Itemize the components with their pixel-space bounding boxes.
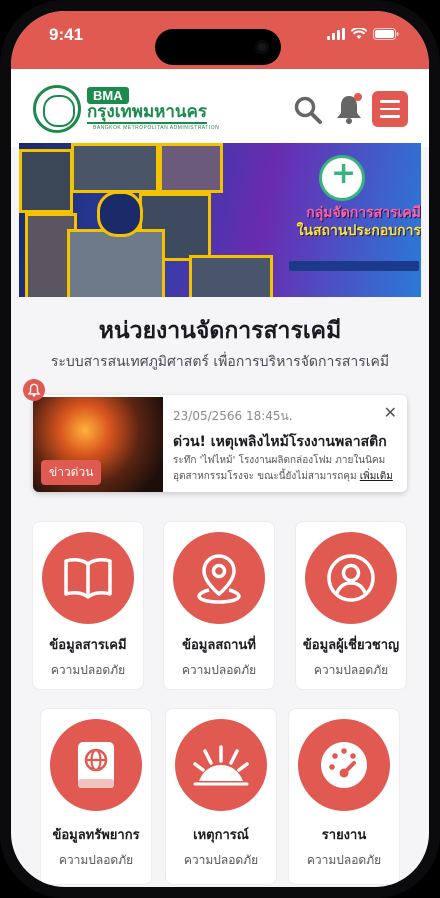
breaking-news-card[interactable]: ข่าวด่วน 23/05/2566 18:45น. ✕ ด่วน! เหตุ… (33, 395, 407, 492)
tile-resource-info[interactable]: ข้อมูลทรัพยากร ความปลอดภัย (40, 708, 152, 885)
news-fire-image: ข่าวด่วน (33, 397, 163, 492)
tile-title: ข้อมูลทรัพยากร (52, 828, 140, 843)
tile-location-info[interactable]: ข้อมูลสถานที่ ความปลอดภัย (163, 521, 275, 690)
dynamic-island (155, 29, 281, 65)
tile-icon-circle (175, 719, 267, 811)
tile-title: เหตุการณ์ (193, 828, 249, 843)
banner-title-line2: ในสถานประกอบการ (296, 223, 421, 239)
tile-icon-circle (42, 532, 134, 624)
status-bar: 9:41 (11, 11, 429, 69)
bma-logo[interactable]: BMA กรุงเทพมหานคร BANGKOK METROPOLITAN A… (33, 85, 219, 133)
news-body-text: ระทึก 'ไฟไหม้' โรงงานผลิตกล่องโฟม ภายในน… (173, 455, 386, 482)
tile-subtitle: ความปลอดภัย (313, 663, 389, 677)
hamburger-icon-line (380, 115, 400, 118)
tile-icon-circle (305, 532, 397, 624)
tile-title: รายงาน (321, 828, 367, 843)
tile-subtitle: ความปลอดภัย (183, 853, 259, 867)
menu-button[interactable] (372, 91, 408, 127)
tile-title: ข้อมูลสถานที่ (182, 638, 256, 653)
camera-icon (255, 40, 269, 54)
news-more-link[interactable]: เพิ่มเติม (360, 471, 393, 482)
banner-photo (71, 143, 159, 193)
news-body: ระทึก 'ไฟไหม้' โรงงานผลิตกล่องโฟม ภายในน… (173, 453, 401, 485)
app-header: BMA กรุงเทพมหานคร BANGKOK METROPOLITAN A… (11, 69, 429, 147)
signal-icon (327, 28, 345, 40)
hamburger-icon-line (380, 100, 400, 103)
notification-badge (354, 93, 362, 101)
status-time: 9:41 (49, 25, 84, 44)
location-pin-icon (197, 554, 241, 604)
tile-incident[interactable]: เหตุการณ์ ความปลอดภัย (165, 708, 277, 885)
status-icons (327, 28, 399, 40)
city-seal-icon (33, 85, 81, 133)
search-icon[interactable] (293, 95, 323, 125)
alert-bell-icon (23, 379, 45, 401)
tile-icon-circle (50, 719, 142, 811)
logo-thai-name: กรุงเทพมหานคร (87, 102, 208, 124)
tile-subtitle: ความปลอดภัย (58, 853, 134, 867)
tile-chemical-info[interactable]: ข้อมูลสารเคมี ความปลอดภัย (32, 521, 144, 690)
battery-icon (373, 28, 399, 40)
tile-title: ข้อมูลสารเคมี (49, 638, 127, 653)
banner-photo (67, 229, 165, 297)
tile-subtitle: ความปลอดภัย (306, 853, 382, 867)
book-icon (64, 558, 112, 599)
gauge-icon (321, 742, 367, 788)
page-subtitle: ระบบสารสนเทศภูมิศาสตร์ เพื่อการบริหารจัด… (50, 354, 390, 370)
banner-photo (19, 149, 73, 213)
hero-banner[interactable]: กลุ่มจัดการสารเคมี ในสถานประกอบการ (19, 143, 421, 297)
tile-icon-circle (173, 532, 265, 624)
phone-frame: 9:41 BMA กรุงเทพมหานคร BANGKOK METROPOLI… (0, 0, 440, 898)
tile-subtitle: ความปลอดภัย (50, 663, 126, 677)
banner-title-line1: กลุ่มจัดการสารเคมี (306, 205, 421, 221)
screen: 9:41 BMA กรุงเทพมหานคร BANGKOK METROPOLI… (11, 11, 429, 887)
news-tag: ข่าวด่วน (41, 460, 102, 485)
news-date: 23/05/2566 18:45น. (173, 409, 293, 423)
wifi-icon (351, 28, 367, 39)
news-headline: ด่วน! เหตุเพลิงไหม้โรงงานพลาสติก (173, 434, 387, 450)
page-title: หน่วยงานจัดการสารเคมี (98, 318, 342, 344)
explosion-icon (193, 745, 249, 786)
banner-photo (159, 143, 223, 193)
banner-photo (189, 255, 273, 297)
tile-expert-info[interactable]: ข้อมูลผู้เชี่ยวชาญ ความปลอดภัย (295, 521, 407, 690)
banner-subtitle-bar (289, 261, 419, 271)
globe-book-icon (78, 742, 114, 788)
user-icon (327, 554, 375, 602)
hamburger-icon-line (380, 107, 400, 111)
notification-button[interactable] (334, 93, 364, 125)
tile-icon-circle (298, 719, 390, 811)
health-badge-icon (319, 155, 365, 201)
police-badge-icon (97, 191, 143, 237)
close-icon[interactable]: ✕ (384, 403, 397, 422)
tile-title: ข้อมูลผู้เชี่ยวชาญ (302, 638, 400, 653)
tile-report[interactable]: รายงาน ความปลอดภัย (288, 708, 400, 885)
tile-subtitle: ความปลอดภัย (181, 663, 257, 677)
logo-english-name: BANGKOK METROPOLITAN ADMINISTRATION (93, 125, 220, 131)
